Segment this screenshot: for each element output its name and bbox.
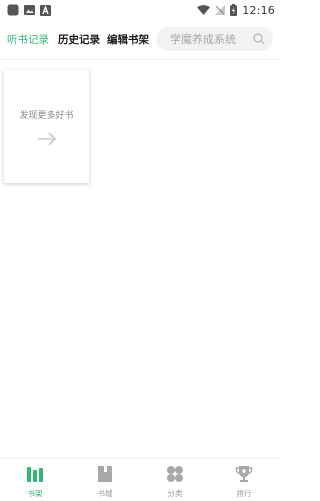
trophy-icon [235, 466, 253, 482]
discover-more-books-label: 发现更多好书 [19, 111, 74, 121]
header-divider [0, 59, 281, 60]
battery-icon [230, 4, 238, 16]
nav-item-bookstore[interactable]: 书城 [80, 459, 130, 501]
status-right-icons: 12:16 [197, 4, 275, 17]
tab-reading-history[interactable]: 历史记录 [58, 33, 100, 47]
nav-label-bookstore: 书城 [97, 489, 113, 498]
a-notification-icon [40, 4, 51, 16]
tab-listen-history[interactable]: 听书记录 [7, 33, 49, 47]
discover-more-books-card[interactable]: 发现更多好书 [4, 70, 89, 183]
search-input[interactable]: 学魔养成系统 [156, 27, 273, 51]
status-time: 12:16 [242, 3, 275, 17]
status-left-icons [7, 4, 51, 16]
tab-edit-shelf[interactable]: 编辑书架 [107, 33, 149, 47]
status-bar: 12:16 [0, 0, 281, 20]
wifi-icon [197, 5, 211, 15]
nav-label-category: 分类 [167, 489, 183, 498]
nav-label-ranking: 排行 [236, 489, 252, 498]
nav-item-ranking[interactable]: 排行 [219, 459, 269, 501]
category-icon [167, 466, 183, 482]
signal-icon [215, 5, 226, 15]
bottom-nav: 书架 书城 分类 排行 [0, 458, 281, 500]
nav-item-bookshelf[interactable]: 书架 [10, 459, 60, 501]
search-icon[interactable] [253, 33, 265, 45]
image-notification-icon [24, 5, 35, 15]
search-placeholder: 学魔养成系统 [170, 33, 236, 46]
nav-label-bookshelf: 书架 [27, 489, 43, 498]
header: 听书记录 历史记录 编辑书架 学魔养成系统 [0, 27, 281, 53]
bookshelf-icon [27, 467, 43, 482]
app-notification-icon [7, 4, 19, 16]
book-icon [98, 466, 112, 482]
nav-item-category[interactable]: 分类 [150, 459, 200, 501]
arrow-right-icon [38, 132, 57, 146]
